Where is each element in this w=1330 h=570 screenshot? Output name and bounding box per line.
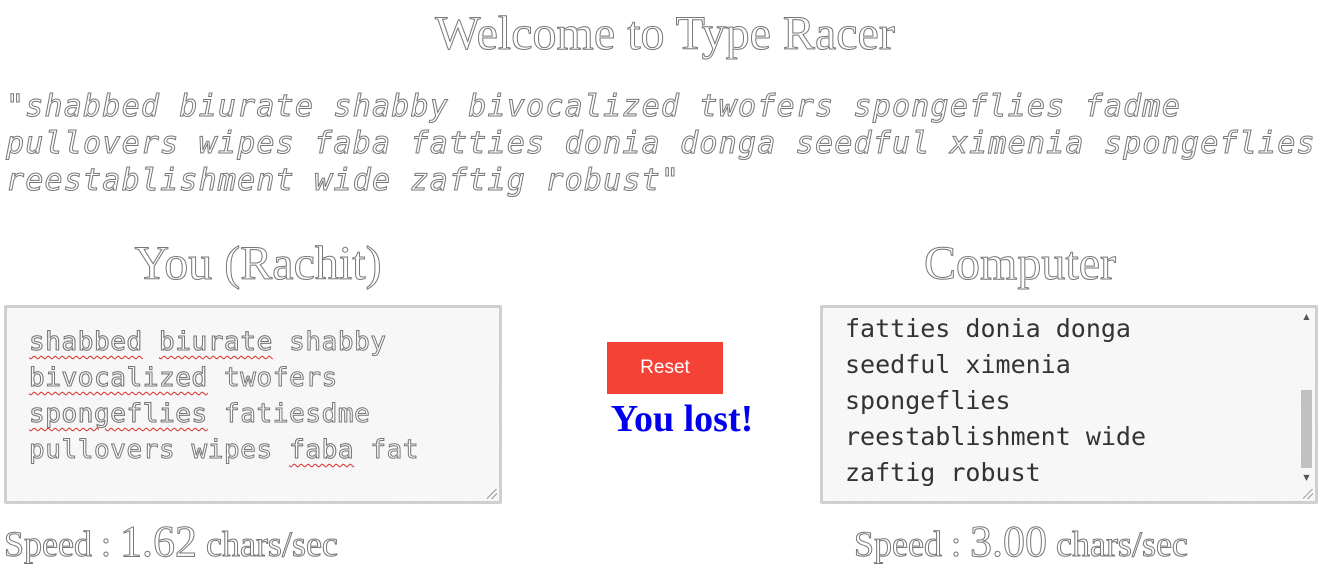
user-speed: Speed : 1.62 chars/sec: [4, 517, 339, 568]
user-speed-value: 1.62: [119, 517, 197, 566]
computer-typed-line: zaftig robust: [845, 458, 1041, 487]
user-typed-line: bivocalized twofers: [29, 360, 469, 396]
computer-textarea-scrollbar[interactable]: ▲ ▼: [1298, 308, 1315, 501]
typed-word: twofers: [207, 363, 338, 394]
result-message: You lost!: [610, 398, 754, 440]
user-speed-unit: chars/sec: [196, 524, 338, 565]
misspelled-word: bivocalized: [29, 363, 208, 394]
typed-word: shabby: [272, 327, 387, 358]
computer-typed-line: fatties donia donga: [845, 314, 1131, 343]
resize-grip-icon[interactable]: [1303, 489, 1313, 499]
user-typed-line: spongeflies fatiesdme: [29, 396, 469, 432]
user-speed-label: Speed :: [4, 524, 120, 565]
computer-typed-line: reestablishment wide: [845, 422, 1147, 451]
typed-word: [143, 327, 159, 357]
down-arrow-icon[interactable]: ▼: [1298, 471, 1315, 485]
computer-speed-label: Speed :: [854, 524, 970, 565]
up-arrow-icon[interactable]: ▲: [1298, 310, 1315, 324]
target-quote: "shabbed biurate shabby bivocalized twof…: [6, 89, 1316, 199]
misspelled-word: biurate: [159, 327, 273, 358]
typed-word: pullovers wipes: [28, 435, 290, 466]
computer-typing-textarea[interactable]: fatties donia donga seedful ximenia sponge…: [820, 305, 1318, 504]
resize-grip-icon[interactable]: [487, 489, 497, 499]
user-typed-text: shabbed biurate shabby bivocalized twofer…: [28, 324, 469, 468]
computer-speed: Speed : 3.00 chars/sec: [854, 517, 1189, 568]
misspelled-word: faba: [289, 435, 355, 466]
user-heading: You (Rachit): [134, 237, 382, 291]
user-typed-line: shabbed biurate shabby: [29, 324, 469, 360]
computer-speed-unit: chars/sec: [1046, 524, 1188, 565]
misspelled-word: shabbed: [29, 327, 143, 358]
computer-typed-text: fatties donia donga seedful ximenia sponge…: [845, 311, 1285, 491]
typed-word: fat: [354, 435, 420, 466]
scrollbar-thumb[interactable]: [1301, 390, 1312, 468]
typed-word: fatiesdme: [207, 399, 371, 430]
reset-button[interactable]: Reset: [607, 342, 723, 394]
computer-speed-value: 3.00: [969, 517, 1047, 566]
computer-typed-line: spongeflies: [845, 386, 1011, 415]
computer-typed-line: seedful ximenia: [845, 350, 1071, 379]
user-typed-line: pullovers wipes faba fat: [28, 432, 469, 468]
computer-heading: Computer: [924, 237, 1117, 291]
misspelled-word: spongeflies: [29, 399, 208, 430]
page-title: Welcome to Type Racer: [435, 7, 896, 61]
user-typing-textarea[interactable]: shabbed biurate shabby bivocalized twofer…: [4, 305, 502, 504]
